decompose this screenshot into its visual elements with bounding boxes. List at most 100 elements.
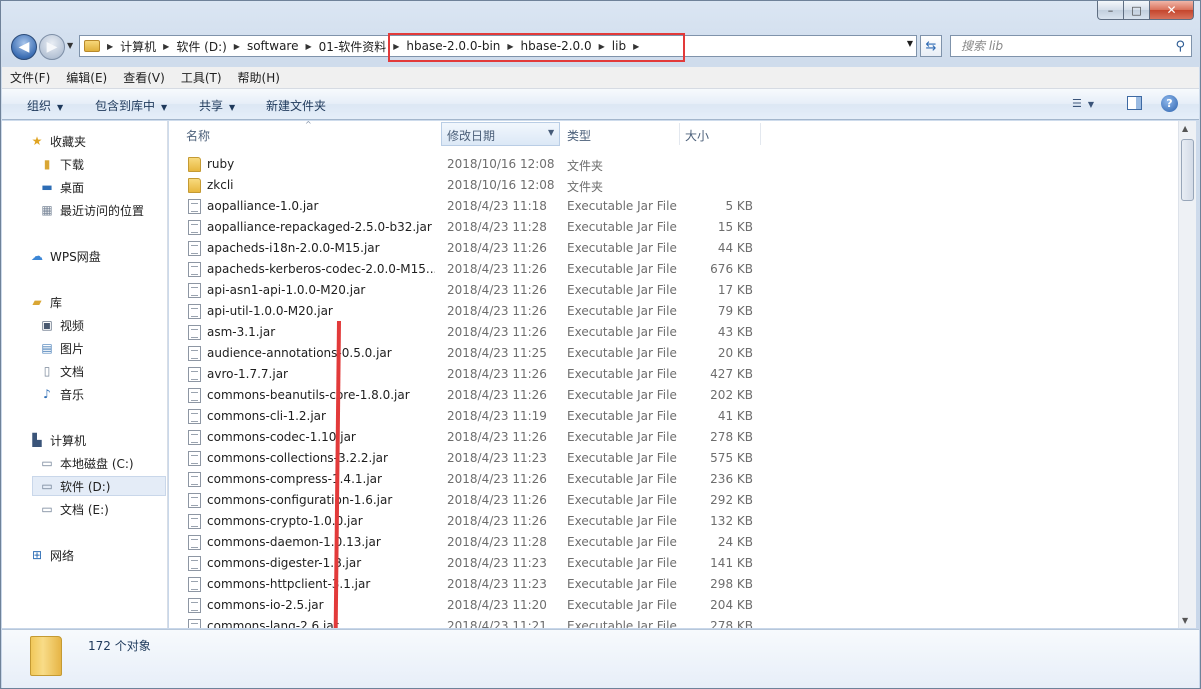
crumb-drive-d[interactable]: 软件 (D:) (176, 38, 226, 55)
nav-drive-c[interactable]: ▭ 本地磁盘 (C:) (39, 453, 133, 473)
table-row[interactable]: avro-1.7.7.jar 2018/4/23 11:26 Executable … (169, 364, 1178, 385)
table-row[interactable]: aopalliance-repackaged-2.5.0-b32.jar 2018… (169, 217, 1178, 238)
preview-pane-button[interactable] (1127, 96, 1142, 110)
vertical-scrollbar[interactable]: ▲ ▼ (1178, 121, 1196, 628)
file-type: Executable Jar File (567, 535, 677, 549)
network-icon: ⊞ (31, 548, 43, 562)
column-divider[interactable] (679, 123, 680, 145)
chevron-right-icon[interactable]: ▶ (234, 42, 240, 51)
table-row[interactable]: commons-httpclient-3.1.jar 2018/4/23 11:2… (169, 574, 1178, 595)
chevron-down-icon[interactable]: ▼ (548, 128, 554, 137)
crumb-materials[interactable]: 01-软件资料 (319, 38, 387, 55)
file-name: commons-collections-3.2.2.jar (207, 451, 388, 465)
table-row[interactable]: commons-configuration-1.6.jar 2018/4/23 1… (169, 490, 1178, 511)
help-button[interactable]: ? (1161, 95, 1178, 112)
table-row[interactable]: commons-crypto-1.0.0.jar 2018/4/23 11:26 E… (169, 511, 1178, 532)
file-type: Executable Jar File (567, 367, 677, 381)
jar-file-icon (188, 619, 201, 628)
table-row[interactable]: apacheds-kerberos-codec-2.0.0-M15... 2018… (169, 259, 1178, 280)
minimize-button[interactable]: – (1097, 1, 1124, 20)
file-date: 2018/4/23 11:23 (447, 577, 547, 591)
nav-downloads[interactable]: ▮ 下载 (39, 154, 84, 174)
table-row[interactable]: api-asn1-api-1.0.0-M20.jar 2018/4/23 11:2… (169, 280, 1178, 301)
table-row[interactable]: commons-digester-1.8.jar 2018/4/23 11:23 E… (169, 553, 1178, 574)
crumb-software[interactable]: software (247, 39, 299, 53)
table-row[interactable]: api-util-1.0.0-M20.jar 2018/4/23 11:26 Exe… (169, 301, 1178, 322)
video-icon: ▣ (41, 318, 53, 332)
nav-pictures[interactable]: ▤ 图片 (39, 338, 84, 358)
file-name: commons-compress-1.4.1.jar (207, 472, 382, 486)
chevron-right-icon[interactable]: ▶ (107, 42, 113, 51)
menu-help[interactable]: 帮助(H) (238, 69, 280, 86)
table-row[interactable]: ruby 2018/10/16 12:08 文件夹 (169, 154, 1178, 175)
nav-desktop[interactable]: ▬ 桌面 (39, 177, 84, 197)
table-row[interactable]: commons-beanutils-core-1.8.0.jar 2018/4/2… (169, 385, 1178, 406)
file-type: 文件夹 (567, 159, 604, 173)
table-row[interactable]: commons-lang-2.6.jar 2018/4/23 11:21 Execu… (169, 616, 1178, 628)
nav-computer[interactable]: ▙ 计算机 (29, 430, 86, 450)
table-row[interactable]: zkcli 2018/10/16 12:08 文件夹 (169, 175, 1178, 196)
jar-file-icon (188, 367, 201, 382)
nav-documents[interactable]: ▯ 文档 (39, 361, 84, 381)
nav-wps[interactable]: ☁ WPS网盘 (29, 246, 101, 266)
file-type: Executable Jar File (567, 493, 677, 507)
maximize-button[interactable]: □ (1124, 1, 1150, 20)
table-row[interactable]: commons-collections-3.2.2.jar 2018/4/23 1… (169, 448, 1178, 469)
scroll-up-icon[interactable]: ▲ (1182, 124, 1188, 133)
column-divider[interactable] (760, 123, 761, 145)
menu-view[interactable]: 查看(V) (123, 69, 165, 86)
address-history-dropdown[interactable]: ▼ (907, 39, 913, 48)
table-row[interactable]: audience-annotations-0.5.0.jar 2018/4/23 … (169, 343, 1178, 364)
chevron-right-icon[interactable]: ▶ (306, 42, 312, 51)
chevron-right-icon[interactable]: ▶ (163, 42, 169, 51)
file-size: 15 KB (717, 220, 753, 234)
nav-drive-e[interactable]: ▭ 文档 (E:) (39, 499, 108, 519)
nav-drive-d[interactable]: ▭ 软件 (D:) (32, 476, 166, 496)
nav-music[interactable]: ♪ 音乐 (39, 384, 84, 404)
column-date[interactable]: 修改日期 (447, 127, 495, 144)
table-row[interactable]: commons-daemon-1.0.13.jar 2018/4/23 11:28… (169, 532, 1178, 553)
crumb-computer[interactable]: 计算机 (120, 38, 156, 55)
nav-favorites[interactable]: ★ 收藏夹 (29, 131, 86, 151)
scroll-thumb[interactable] (1181, 139, 1194, 201)
include-library-button[interactable]: 包含到库中 ▼ (95, 97, 167, 114)
new-folder-button[interactable]: 新建文件夹 (266, 97, 326, 114)
file-type: Executable Jar File (567, 409, 677, 423)
column-size[interactable]: 大小 (685, 127, 709, 144)
nav-recent[interactable]: ▦ 最近访问的位置 (39, 200, 144, 220)
nav-network[interactable]: ⊞ 网络 (29, 545, 74, 565)
share-button[interactable]: 共享 ▼ (199, 97, 235, 114)
nav-label: 软件 (D:) (60, 479, 111, 494)
nav-libraries[interactable]: ▰ 库 (29, 292, 62, 312)
jar-file-icon (188, 346, 201, 361)
file-date: 2018/4/23 11:23 (447, 556, 547, 570)
menu-file[interactable]: 文件(F) (10, 69, 50, 86)
change-view-button[interactable]: ☰ ▼ (1072, 97, 1094, 110)
search-input[interactable] (961, 39, 1161, 53)
organize-button[interactable]: 组织 ▼ (27, 97, 63, 114)
jar-file-icon (188, 556, 201, 571)
table-row[interactable]: commons-cli-1.2.jar 2018/4/23 11:19 Execut… (169, 406, 1178, 427)
forward-button[interactable]: ▶ (39, 34, 65, 60)
refresh-button[interactable]: ⇆ (920, 35, 942, 57)
file-date: 2018/4/23 11:26 (447, 283, 547, 297)
table-row[interactable]: aopalliance-1.0.jar 2018/4/23 11:18 Execut… (169, 196, 1178, 217)
annotation-highlight-box (388, 33, 685, 62)
table-row[interactable]: asm-3.1.jar 2018/4/23 11:26 Executable Jar… (169, 322, 1178, 343)
close-button[interactable]: ✕ (1150, 1, 1194, 20)
file-size: 132 KB (710, 514, 753, 528)
back-button[interactable]: ◀ (11, 34, 37, 60)
column-name[interactable]: 名称 (186, 127, 210, 144)
menu-edit[interactable]: 编辑(E) (66, 69, 107, 86)
table-row[interactable]: commons-io-2.5.jar 2018/4/23 11:20 Executa… (169, 595, 1178, 616)
scroll-down-icon[interactable]: ▼ (1182, 616, 1188, 625)
menu-tools[interactable]: 工具(T) (181, 69, 222, 86)
table-row[interactable]: apacheds-i18n-2.0.0-M15.jar 2018/4/23 11:… (169, 238, 1178, 259)
recent-pages-dropdown[interactable]: ▼ (67, 41, 73, 50)
column-type[interactable]: 类型 (567, 127, 591, 144)
nav-videos[interactable]: ▣ 视频 (39, 315, 84, 335)
file-size: 278 KB (710, 619, 753, 628)
table-row[interactable]: commons-compress-1.4.1.jar 2018/4/23 11:2… (169, 469, 1178, 490)
search-icon[interactable]: ⚲ (1175, 39, 1185, 54)
table-row[interactable]: commons-codec-1.10.jar 2018/4/23 11:26 Exe… (169, 427, 1178, 448)
